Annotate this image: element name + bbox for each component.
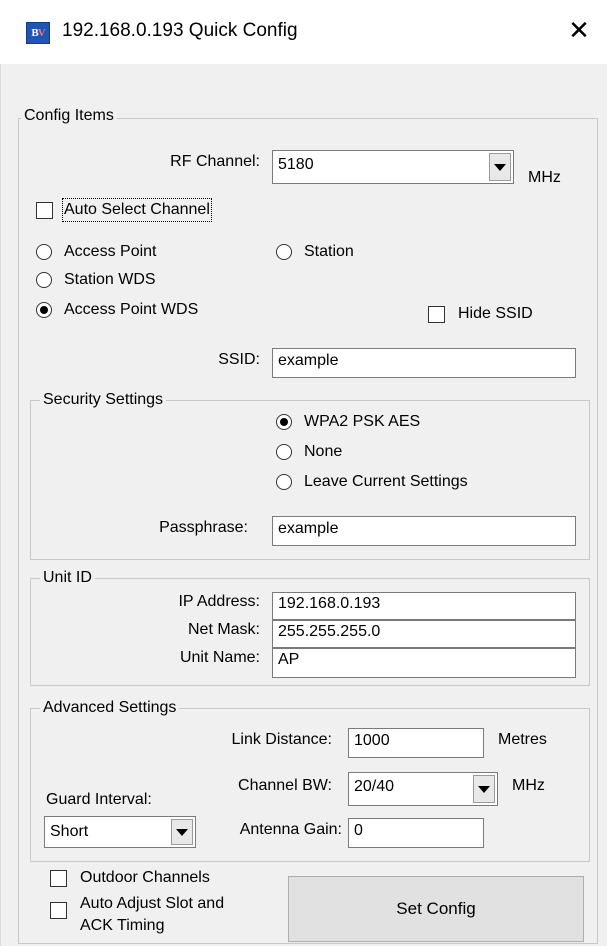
antenna-gain-label: Antenna Gain: [239, 821, 342, 838]
security-settings-legend: Security Settings [40, 391, 167, 409]
mode-station-wds-radio[interactable] [36, 272, 52, 288]
outdoor-channels-checkbox[interactable] [50, 870, 67, 887]
net-mask-label: Net Mask: [187, 621, 260, 638]
channel-bw-unit: MHz [512, 777, 545, 794]
close-icon[interactable]: ✕ [562, 12, 596, 48]
hide-ssid-label[interactable]: Hide SSID [458, 304, 533, 324]
unit-name-input[interactable]: AP [272, 648, 576, 678]
mode-access-point-radio[interactable] [36, 244, 52, 260]
channel-bw-value: 20/40 [354, 778, 395, 795]
link-distance-label: Link Distance: [231, 731, 333, 748]
mode-station-label[interactable]: Station [304, 242, 354, 262]
bv-app-icon: BV [26, 22, 50, 44]
guard-interval-label: Guard Interval: [46, 791, 152, 808]
unit-name-label: Unit Name: [179, 649, 260, 666]
chevron-down-icon [176, 828, 188, 836]
security-none-label[interactable]: None [304, 442, 342, 462]
auto-select-channel-checkbox[interactable] [36, 202, 53, 219]
ssid-label: SSID: [218, 351, 260, 368]
chevron-down-icon [478, 785, 490, 793]
mode-station-radio[interactable] [276, 244, 292, 260]
ip-address-input[interactable]: 192.168.0.193 [272, 592, 576, 620]
security-none-radio[interactable] [276, 444, 292, 460]
mode-access-point-wds-radio[interactable] [36, 302, 52, 318]
ip-address-label: IP Address: [178, 593, 260, 610]
mode-station-wds-label[interactable]: Station WDS [64, 270, 156, 290]
window-title: 192.168.0.193 Quick Config [62, 20, 298, 41]
auto-adjust-timing-label-line2[interactable]: ACK Timing [80, 916, 164, 936]
link-distance-unit: Metres [498, 731, 547, 748]
config-items-legend: Config Items [21, 107, 117, 125]
rf-channel-select[interactable]: 5180 [272, 150, 514, 184]
set-config-button[interactable]: Set Config [288, 876, 584, 942]
title-bar: BV 192.168.0.193 Quick Config ✕ [0, 0, 607, 64]
security-leave-label[interactable]: Leave Current Settings [304, 472, 468, 492]
chevron-down-icon [494, 163, 506, 171]
app-icon-letter-v: V [37, 27, 46, 39]
channel-bw-select[interactable]: 20/40 [348, 772, 498, 806]
unit-id-legend: Unit ID [40, 569, 95, 587]
security-wpa2-radio[interactable] [276, 414, 292, 430]
rf-channel-dropdown-button[interactable] [489, 153, 511, 181]
auto-adjust-timing-checkbox[interactable] [50, 902, 67, 919]
passphrase-label: Passphrase: [159, 519, 248, 536]
auto-adjust-timing-label-line1[interactable]: Auto Adjust Slot and [80, 894, 224, 914]
outdoor-channels-label[interactable]: Outdoor Channels [80, 868, 210, 888]
rf-channel-value: 5180 [278, 156, 314, 173]
link-distance-input[interactable]: 1000 [348, 728, 484, 758]
advanced-settings-legend: Advanced Settings [40, 699, 180, 717]
mode-access-point-label[interactable]: Access Point [64, 242, 156, 262]
ssid-input[interactable]: example [272, 348, 576, 378]
security-leave-radio[interactable] [276, 474, 292, 490]
mode-access-point-wds-label[interactable]: Access Point WDS [64, 300, 198, 320]
passphrase-input[interactable]: example [272, 516, 576, 546]
security-wpa2-label[interactable]: WPA2 PSK AES [304, 412, 420, 432]
channel-bw-dropdown-button[interactable] [473, 775, 495, 803]
net-mask-input[interactable]: 255.255.255.0 [272, 620, 576, 648]
rf-channel-label: RF Channel: [170, 153, 260, 170]
auto-select-channel-label[interactable]: Auto Select Channel [62, 198, 212, 222]
guard-interval-dropdown-button[interactable] [171, 819, 193, 845]
hide-ssid-checkbox[interactable] [428, 306, 445, 323]
antenna-gain-input[interactable]: 0 [348, 818, 484, 848]
guard-interval-select[interactable]: Short [44, 816, 196, 848]
rf-channel-unit: MHz [528, 169, 561, 186]
guard-interval-value: Short [50, 823, 89, 840]
channel-bw-label: Channel BW: [238, 777, 332, 794]
